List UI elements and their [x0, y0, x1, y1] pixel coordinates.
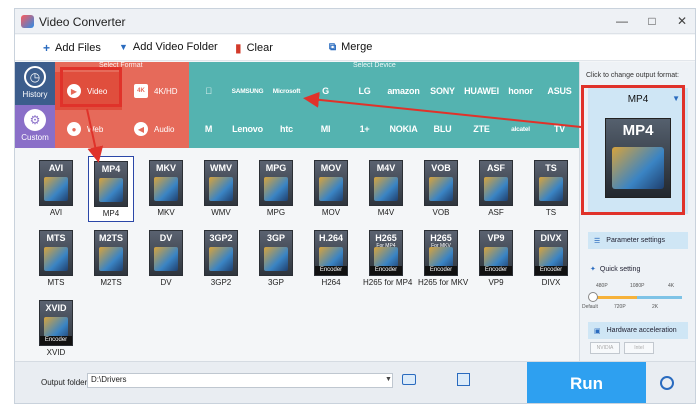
annotation-arrows — [86, 91, 582, 163]
arrow-output-to-device — [303, 91, 582, 128]
arrow-video-to-mp4 — [86, 108, 104, 163]
app-window: Video Converter — □ ✕ + Add Files ▼ Add … — [14, 8, 696, 404]
